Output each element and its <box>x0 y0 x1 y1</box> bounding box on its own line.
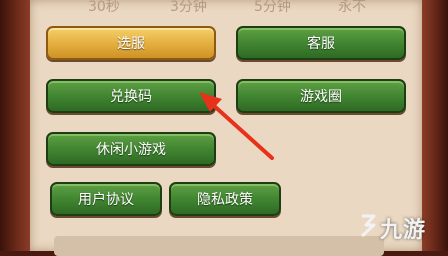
privacy-policy-button[interactable]: 隐私政策 <box>169 182 281 216</box>
timer-option-never[interactable]: 永不 <box>338 0 366 16</box>
casual-minigames-button[interactable]: 休闲小游戏 <box>46 132 216 166</box>
timer-option-5min[interactable]: 5分钟 <box>254 0 291 16</box>
game-circle-button[interactable]: 游戏圈 <box>236 79 406 113</box>
select-server-button[interactable]: 选服 <box>46 26 216 60</box>
customer-service-button[interactable]: 客服 <box>236 26 406 60</box>
auto-lock-timer-options: 30秒 3分钟 5分钟 永不 <box>30 0 422 16</box>
bottom-panel-strip <box>54 236 384 256</box>
watermark-text: 九游 <box>380 218 427 243</box>
wood-frame-left <box>0 0 30 251</box>
user-agreement-button[interactable]: 用户协议 <box>50 182 162 216</box>
timer-option-30s[interactable]: 30秒 <box>88 0 120 16</box>
watermark-logo-icon <box>360 214 376 238</box>
redeem-code-button[interactable]: 兑换码 <box>46 79 216 113</box>
timer-option-3min[interactable]: 3分钟 <box>170 0 207 16</box>
